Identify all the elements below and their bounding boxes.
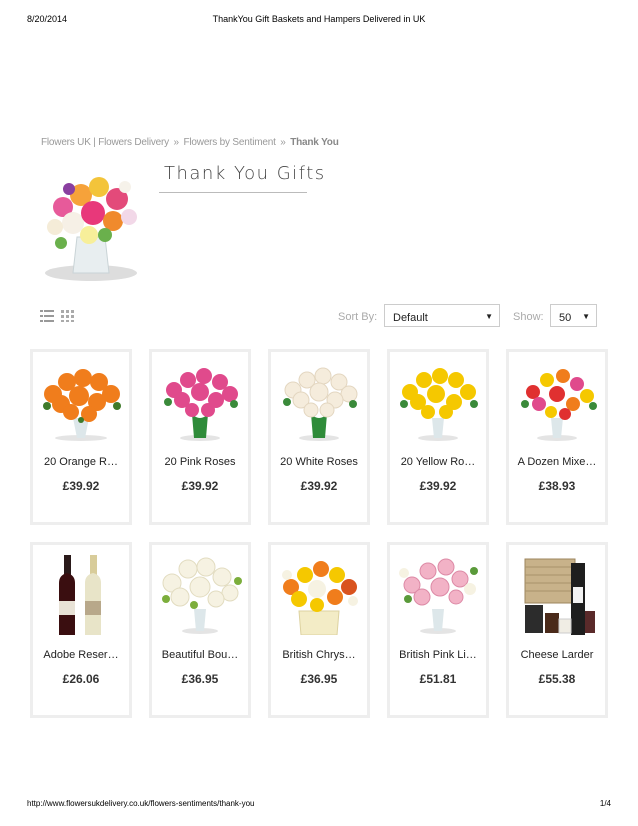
page-title: Thank You Gifts	[164, 163, 326, 184]
product-card[interactable]: British Pink Li… £51.81	[387, 542, 489, 718]
breadcrumb: Flowers UK | Flowers Delivery » Flowers …	[41, 137, 339, 148]
product-card[interactable]: A Dozen Mixe… £38.93	[506, 349, 608, 525]
sort-by-select[interactable]: Default ▼	[384, 304, 500, 327]
product-card[interactable]: 20 Pink Roses £39.92	[149, 349, 251, 525]
product-name[interactable]: British Pink Li…	[390, 649, 486, 661]
mixed-roses-bouquet-icon[interactable]	[511, 360, 603, 442]
product-price: £36.95	[300, 672, 338, 686]
product-card[interactable]: 20 Orange R… £39.92	[30, 349, 132, 525]
product-name[interactable]: British Chrys…	[271, 649, 367, 661]
product-price: £26.06	[62, 672, 100, 686]
white-roses-bouquet-icon[interactable]	[273, 360, 365, 442]
white-lilies-bouquet-icon[interactable]	[154, 553, 246, 635]
product-name[interactable]: A Dozen Mixe…	[509, 456, 605, 468]
product-card[interactable]: British Chrys… £36.95	[268, 542, 370, 718]
cheese-hamper-icon[interactable]	[511, 553, 603, 635]
chrysanthemum-box-icon[interactable]	[273, 553, 365, 636]
show-count-value: 50	[559, 312, 572, 324]
sort-by-value: Default	[393, 312, 428, 324]
list-view-icon[interactable]	[40, 309, 54, 322]
product-name[interactable]: 20 Pink Roses	[152, 456, 248, 468]
product-name[interactable]: Adobe Reser…	[33, 649, 129, 661]
chevron-down-icon: ▼	[582, 312, 590, 321]
product-card[interactable]: 20 Yellow Ro… £39.92	[387, 349, 489, 525]
product-price: £38.93	[538, 479, 576, 493]
category-image	[33, 165, 148, 283]
show-label: Show:	[513, 311, 544, 323]
pink-roses-bouquet-icon[interactable]	[154, 360, 246, 442]
product-card[interactable]: 20 White Roses £39.92	[268, 349, 370, 525]
product-price: £55.38	[538, 672, 576, 686]
grid-view-icon[interactable]	[61, 309, 75, 322]
breadcrumb-separator: »	[280, 137, 286, 148]
yellow-roses-bouquet-icon[interactable]	[392, 360, 484, 442]
product-card[interactable]: Cheese Larder £55.38	[506, 542, 608, 718]
product-price: £39.92	[62, 479, 100, 493]
breadcrumb-sentiment-link[interactable]: Flowers by Sentiment	[184, 137, 276, 148]
product-name[interactable]: 20 Yellow Ro…	[390, 456, 486, 468]
product-card[interactable]: Beautiful Bou… £36.95	[149, 542, 251, 718]
product-name[interactable]: 20 Orange R…	[33, 456, 129, 468]
title-divider	[159, 192, 307, 193]
print-document-title: ThankYou Gift Baskets and Hampers Delive…	[212, 14, 426, 24]
show-count-select[interactable]: 50 ▼	[550, 304, 597, 327]
product-price: £39.92	[300, 479, 338, 493]
product-name[interactable]: 20 White Roses	[271, 456, 367, 468]
breadcrumb-home-link[interactable]: Flowers UK | Flowers Delivery	[41, 137, 169, 148]
breadcrumb-separator: »	[173, 137, 180, 148]
product-card[interactable]: Adobe Reser… £26.06	[30, 542, 132, 718]
print-url: http://www.flowersukdelivery.co.uk/flowe…	[27, 799, 255, 808]
product-price: £39.92	[419, 479, 457, 493]
pink-lilies-bouquet-icon[interactable]	[392, 553, 484, 635]
product-name[interactable]: Beautiful Bou…	[152, 649, 248, 661]
product-name[interactable]: Cheese Larder	[509, 649, 605, 661]
chevron-down-icon: ▼	[485, 312, 493, 321]
product-price: £51.81	[419, 672, 457, 686]
product-price: £36.95	[181, 672, 219, 686]
product-price: £39.92	[181, 479, 219, 493]
orange-roses-bouquet-icon[interactable]	[35, 360, 127, 442]
wine-bottles-icon[interactable]	[35, 553, 127, 639]
print-page-number: 1/4	[599, 799, 611, 808]
breadcrumb-current: Thank You	[290, 137, 339, 148]
sort-by-label: Sort By:	[338, 311, 378, 323]
